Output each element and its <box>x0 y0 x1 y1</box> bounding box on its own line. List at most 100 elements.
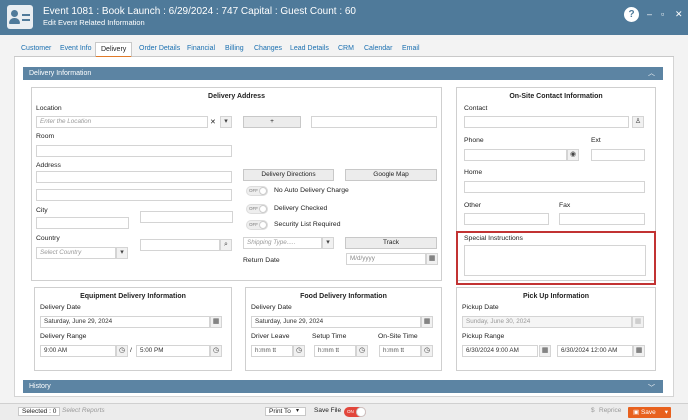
close-icon[interactable]: ✕ <box>675 9 683 20</box>
history-header[interactable]: History ︿ <box>23 380 663 393</box>
equipment-to-clock-icon[interactable]: ◷ <box>210 345 222 357</box>
reprice-dollar-icon: $ <box>591 407 595 414</box>
equipment-from-input[interactable]: 9:00 AM <box>40 345 116 357</box>
pickup-date-label: Pickup Date <box>462 304 499 311</box>
ext-input[interactable] <box>591 149 645 161</box>
setup-time-clock-icon[interactable]: ◷ <box>356 345 368 357</box>
tab-delivery[interactable]: Delivery <box>95 42 133 58</box>
fax-label: Fax <box>559 202 571 209</box>
location-extra-input[interactable] <box>311 116 437 128</box>
window-title: Event 1081 : Book Launch : 6/29/2024 : 7… <box>43 6 356 17</box>
reprice-button[interactable]: Reprice <box>599 407 621 414</box>
tab-lead-details[interactable]: Lead Details <box>290 45 329 52</box>
add-location-button[interactable]: + <box>243 116 301 128</box>
onsite-time-clock-icon[interactable]: ◷ <box>421 345 433 357</box>
onsite-time-input[interactable]: h:mm tt <box>379 345 421 357</box>
selected-count: Selected : 0 <box>18 407 61 416</box>
tab-calendar[interactable]: Calendar <box>364 45 392 52</box>
tab-billing[interactable]: Billing <box>225 45 244 52</box>
window-subtitle: Edit Event Related Information <box>43 18 145 27</box>
location-dropdown-icon[interactable]: ▾ <box>220 116 232 128</box>
save-dropdown-icon[interactable]: ▾ <box>665 407 668 418</box>
country-select[interactable]: Select Country <box>36 247 116 259</box>
fax-input[interactable] <box>559 213 645 225</box>
city-input[interactable] <box>36 217 129 229</box>
app-logo-icon <box>7 5 33 29</box>
equipment-date-input[interactable]: Saturday, June 29, 2024 <box>40 316 210 328</box>
save-label: Save <box>640 409 656 416</box>
tab-order-details[interactable]: Order Details <box>139 45 180 52</box>
delivery-directions-button[interactable]: Delivery Directions <box>243 169 334 181</box>
other-input[interactable] <box>464 213 549 225</box>
room-input[interactable] <box>36 145 232 157</box>
onsite-time-label: On-Site Time <box>378 333 418 340</box>
driver-leave-input[interactable]: h:mm tt <box>251 345 293 357</box>
clear-location-icon[interactable]: ✕ <box>210 118 216 126</box>
city-label: City <box>36 207 48 214</box>
tab-crm[interactable]: CRM <box>338 45 354 52</box>
driver-leave-clock-icon[interactable]: ◷ <box>293 345 305 357</box>
tab-changes[interactable]: Changes <box>254 45 282 52</box>
tab-email[interactable]: Email <box>402 45 420 52</box>
shipping-dropdown-icon[interactable]: ▾ <box>322 237 334 249</box>
no-auto-charge-toggle[interactable]: OFF <box>246 186 268 196</box>
special-instructions-textarea[interactable] <box>464 245 646 276</box>
track-button[interactable]: Track <box>345 237 437 249</box>
delivery-checked-toggle[interactable]: OFF <box>246 204 268 214</box>
location-input[interactable]: Enter the Location <box>36 116 208 128</box>
range-separator: / <box>130 347 132 354</box>
print-to-select[interactable]: Print To <box>265 407 306 416</box>
phone-globe-icon[interactable]: ◉ <box>567 149 579 161</box>
google-map-button[interactable]: Google Map <box>345 169 437 181</box>
equipment-date-calendar-icon[interactable]: ▦ <box>210 316 222 328</box>
special-instructions-label: Special Instructions <box>464 235 523 242</box>
tab-event-info[interactable]: Event Info <box>60 45 92 52</box>
delivery-info-title: Delivery Information <box>29 70 92 77</box>
return-date-calendar-icon[interactable]: ▦ <box>426 253 438 265</box>
pickup-from-calendar-icon[interactable]: ▦ <box>539 345 551 357</box>
save-button[interactable]: ▣ Save ▾ <box>628 407 671 418</box>
setup-time-input[interactable]: h:mm tt <box>314 345 356 357</box>
tab-customer[interactable]: Customer <box>21 45 51 52</box>
zip-input[interactable] <box>140 239 220 251</box>
equipment-from-clock-icon[interactable]: ◷ <box>116 345 128 357</box>
select-reports-input[interactable]: Select Reports <box>62 407 105 414</box>
equipment-to-input[interactable]: 5:00 PM <box>136 345 210 357</box>
tab-financial[interactable]: Financial <box>187 45 215 52</box>
help-icon[interactable]: ? <box>624 7 639 22</box>
delivery-info-header[interactable]: Delivery Information ︿ <box>23 67 663 80</box>
home-input[interactable] <box>464 181 645 193</box>
state-input[interactable] <box>140 211 233 223</box>
collapse-chevron-icon[interactable]: ︿ <box>648 67 655 80</box>
address-line2-input[interactable] <box>36 189 232 201</box>
contact-label: Contact <box>464 105 488 112</box>
tab-bar: Customer Event Info Delivery Order Detai… <box>14 42 674 58</box>
restore-icon[interactable]: ▫ <box>661 9 664 19</box>
phone-label: Phone <box>464 137 484 144</box>
pickup-to-input[interactable]: 6/30/2024 12:00 AM <box>557 345 633 357</box>
return-date-input[interactable]: M/d/yyyy <box>346 253 426 265</box>
pickup-to-calendar-icon[interactable]: ▦ <box>633 345 645 357</box>
phone-input[interactable] <box>464 149 567 161</box>
minimize-icon[interactable]: – <box>647 9 652 19</box>
contact-person-icon[interactable]: ♙ <box>632 116 644 128</box>
food-date-calendar-icon[interactable]: ▦ <box>421 316 433 328</box>
save-file-toggle[interactable]: ON <box>344 407 366 417</box>
contact-input[interactable] <box>464 116 629 128</box>
shipping-type-select[interactable]: Shipping Type..... <box>243 237 322 249</box>
food-date-input[interactable]: Saturday, June 29, 2024 <box>251 316 421 328</box>
footer-bar: Selected : 0 Select Reports Print To ▾ S… <box>0 403 688 420</box>
other-label: Other <box>464 202 481 209</box>
pickup-from-input[interactable]: 6/30/2024 9:00 AM <box>462 345 538 357</box>
food-date-label: Delivery Date <box>251 304 292 311</box>
zip-search-icon[interactable]: ⌕ <box>220 239 232 251</box>
pickup-date-input[interactable]: Sunday, June 30, 2024 <box>462 316 632 328</box>
expand-chevron-icon[interactable]: ︿ <box>648 380 655 393</box>
pickup-date-calendar-icon[interactable]: ▦ <box>632 316 644 328</box>
security-list-toggle[interactable]: OFF <box>246 220 268 230</box>
country-dropdown-icon[interactable]: ▾ <box>116 247 128 259</box>
print-to-dropdown-icon[interactable]: ▾ <box>296 407 299 414</box>
equipment-delivery-panel: Equipment Delivery Information <box>34 287 232 371</box>
address-line1-input[interactable] <box>36 171 232 183</box>
delivery-address-title: Delivery Address <box>208 93 265 100</box>
